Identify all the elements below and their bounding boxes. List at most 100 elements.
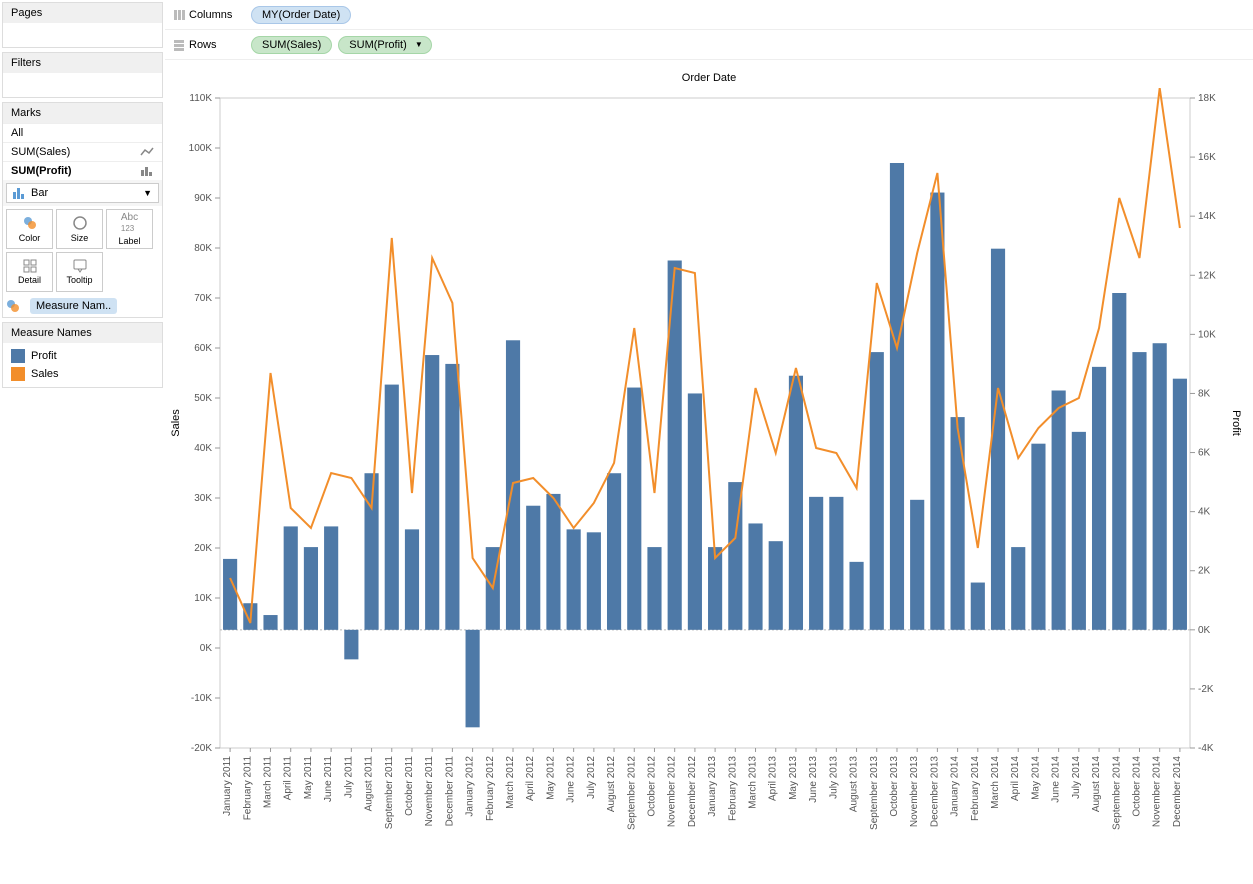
svg-text:April 2011: April 2011 <box>283 756 294 801</box>
size-button[interactable]: Size <box>56 209 103 249</box>
svg-text:60K: 60K <box>194 343 212 354</box>
svg-text:0K: 0K <box>200 643 213 654</box>
marks-panel: Marks All SUM(Sales) SUM(Profit) Bar ▼ <box>2 102 163 318</box>
svg-text:100K: 100K <box>189 143 213 154</box>
svg-text:August 2011: August 2011 <box>364 756 375 812</box>
svg-text:30K: 30K <box>194 493 212 504</box>
svg-text:August 2013: August 2013 <box>849 756 860 813</box>
svg-text:110K: 110K <box>189 93 212 104</box>
svg-text:90K: 90K <box>194 193 212 204</box>
svg-text:May 2012: May 2012 <box>545 756 556 800</box>
legend-header: Measure Names <box>3 323 162 343</box>
svg-text:December 2013: December 2013 <box>929 756 940 828</box>
svg-text:January 2013: January 2013 <box>707 756 718 817</box>
chart-container[interactable]: -20K-10K0K10K20K30K40K50K60K70K80K90K100… <box>165 88 1253 884</box>
svg-text:July 2013: July 2013 <box>828 756 839 799</box>
legend-item-sales[interactable]: Sales <box>11 365 154 383</box>
svg-text:6K: 6K <box>1198 448 1211 459</box>
svg-text:10K: 10K <box>194 593 212 604</box>
columns-pill[interactable]: MY(Order Date) <box>251 6 351 24</box>
svg-text:50K: 50K <box>194 393 212 404</box>
color-icon <box>22 215 38 231</box>
svg-text:70K: 70K <box>194 293 212 304</box>
bar-chart-icon <box>13 188 25 199</box>
chart-area: Order Date -20K-10K0K10K20K30K40K50K60K7… <box>165 60 1253 884</box>
rows-pill-profit[interactable]: SUM(Profit) ▼ <box>338 36 431 54</box>
svg-text:4K: 4K <box>1198 507 1211 518</box>
svg-text:May 2013: May 2013 <box>788 756 799 800</box>
svg-text:September 2011: September 2011 <box>384 756 395 830</box>
svg-text:July 2011: July 2011 <box>343 756 354 799</box>
svg-text:December 2011: December 2011 <box>444 756 455 827</box>
svg-text:-4K: -4K <box>1198 743 1214 754</box>
svg-text:August 2012: August 2012 <box>606 756 617 813</box>
rows-shelf[interactable]: Rows SUM(Sales) SUM(Profit) ▼ <box>165 30 1253 60</box>
svg-text:December 2012: December 2012 <box>687 756 698 828</box>
svg-text:September 2012: September 2012 <box>626 756 637 830</box>
tooltip-icon <box>73 259 87 273</box>
svg-text:16K: 16K <box>1198 152 1216 163</box>
filters-header: Filters <box>3 53 162 73</box>
svg-text:October 2012: October 2012 <box>646 756 657 817</box>
svg-text:-2K: -2K <box>1198 684 1214 695</box>
svg-text:September 2013: September 2013 <box>869 756 880 830</box>
svg-text:20K: 20K <box>194 543 212 554</box>
svg-text:February 2014: February 2014 <box>970 756 981 821</box>
measure-names-pill[interactable]: Measure Nam.. <box>30 298 117 314</box>
svg-text:Profit: Profit <box>1230 410 1242 436</box>
mark-type-label: Bar <box>31 187 48 199</box>
svg-text:June 2011: June 2011 <box>323 756 334 802</box>
svg-text:April 2013: April 2013 <box>768 756 779 801</box>
marks-profit-row[interactable]: SUM(Profit) <box>3 161 162 180</box>
svg-text:May 2014: May 2014 <box>1030 756 1041 800</box>
svg-text:November 2012: November 2012 <box>667 756 678 828</box>
svg-text:February 2012: February 2012 <box>485 756 496 821</box>
svg-text:January 2012: January 2012 <box>465 756 476 817</box>
rows-pill-sales[interactable]: SUM(Sales) <box>251 36 332 54</box>
marks-all[interactable]: All <box>3 123 162 142</box>
svg-text:March 2011: March 2011 <box>263 756 274 809</box>
chevron-down-icon: ▼ <box>143 188 152 198</box>
legend-swatch-sales <box>11 367 25 381</box>
svg-text:October 2011: October 2011 <box>404 756 415 816</box>
filters-panel: Filters <box>2 52 163 98</box>
rows-label: Rows <box>173 39 243 51</box>
svg-text:-20K: -20K <box>191 743 212 754</box>
pages-body[interactable] <box>3 23 162 47</box>
chevron-down-icon: ▼ <box>415 40 423 49</box>
legend-swatch-profit <box>11 349 25 363</box>
pages-header: Pages <box>3 3 162 23</box>
svg-text:October 2014: October 2014 <box>1131 756 1142 817</box>
svg-text:March 2012: March 2012 <box>505 756 516 809</box>
tooltip-button[interactable]: Tooltip <box>56 252 103 292</box>
svg-text:April 2012: April 2012 <box>525 756 536 801</box>
color-button[interactable]: Color <box>6 209 53 249</box>
svg-text:14K: 14K <box>1198 211 1216 222</box>
svg-text:October 2013: October 2013 <box>889 756 900 817</box>
svg-text:80K: 80K <box>194 243 212 254</box>
svg-text:40K: 40K <box>194 443 212 454</box>
svg-text:December 2014: December 2014 <box>1172 756 1183 828</box>
legend-item-profit[interactable]: Profit <box>11 347 154 365</box>
label-button[interactable]: Abc123 Label <box>106 209 153 249</box>
svg-text:January 2011: January 2011 <box>222 756 233 816</box>
svg-text:April 2014: April 2014 <box>1010 756 1021 801</box>
svg-text:July 2012: July 2012 <box>586 756 597 799</box>
svg-text:2K: 2K <box>1198 566 1211 577</box>
mark-type-select[interactable]: Bar ▼ <box>6 183 159 203</box>
columns-icon <box>173 9 185 21</box>
svg-text:June 2012: June 2012 <box>566 756 577 803</box>
svg-text:November 2014: November 2014 <box>1152 756 1163 828</box>
svg-text:June 2014: June 2014 <box>1051 756 1062 803</box>
mark-buttons: Color Size Abc123 Label Detail <box>3 206 162 295</box>
marks-sales-row[interactable]: SUM(Sales) <box>3 142 162 161</box>
columns-shelf[interactable]: Columns MY(Order Date) <box>165 0 1253 30</box>
chart-svg: -20K-10K0K10K20K30K40K50K60K70K80K90K100… <box>165 88 1245 878</box>
svg-text:18K: 18K <box>1198 93 1216 104</box>
svg-text:8K: 8K <box>1198 388 1211 399</box>
detail-button[interactable]: Detail <box>6 252 53 292</box>
main: Columns MY(Order Date) Rows SUM(Sales) S… <box>165 0 1253 884</box>
svg-text:June 2013: June 2013 <box>808 756 819 803</box>
measure-names-row: Measure Nam.. <box>3 295 162 317</box>
filters-body[interactable] <box>3 73 162 97</box>
